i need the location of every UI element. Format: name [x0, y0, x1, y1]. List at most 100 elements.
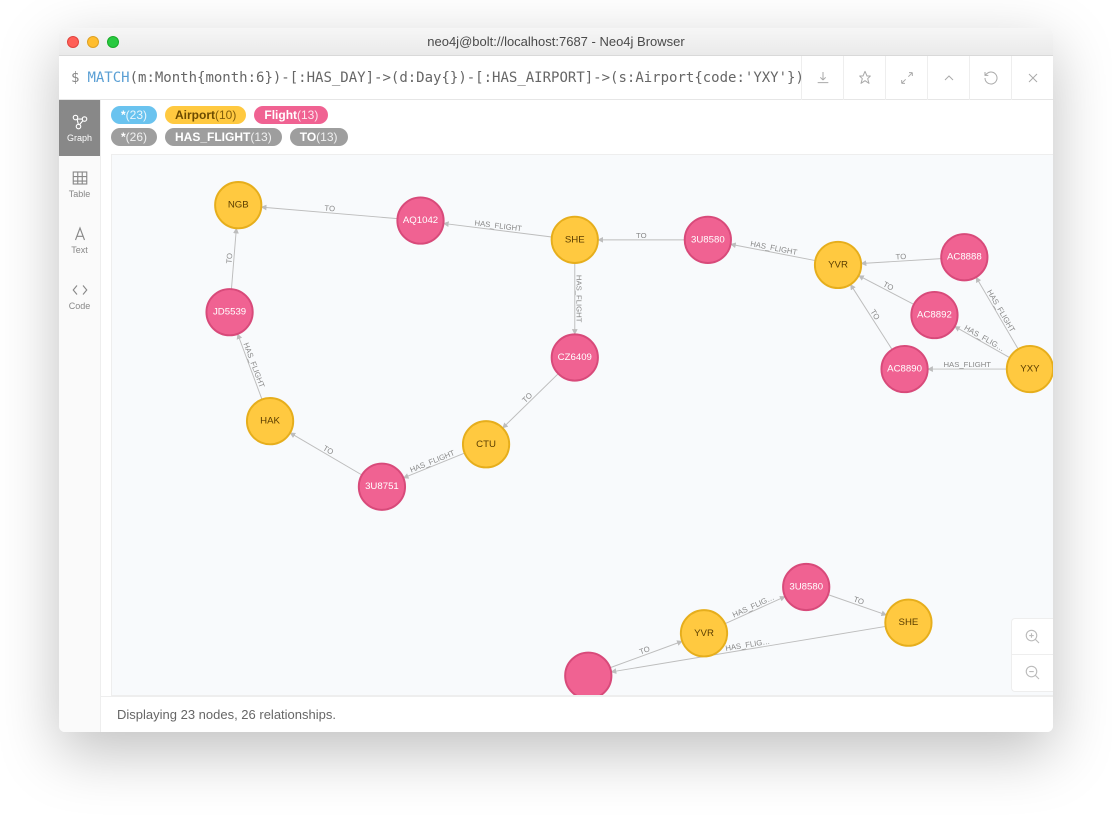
sidebar-tab-text[interactable]: Text — [59, 212, 100, 268]
view-sidebar: Graph Table Text Code — [59, 100, 101, 732]
graph-node-flight[interactable]: 3U8580 — [685, 217, 731, 263]
graph-edge[interactable]: TO — [290, 433, 362, 475]
graph-edge[interactable]: HAS_FLIGHT — [403, 448, 464, 478]
sidebar-tab-label: Table — [69, 189, 91, 199]
graph-edge[interactable]: HAS_FLIG… — [611, 626, 885, 671]
edge-label: HAS_FLIGHT — [575, 275, 584, 323]
graph-node-airport[interactable]: SHE — [885, 600, 931, 646]
graph-svg[interactable]: TO HAS_FLIGHT TO HAS_FLIGHT TO TO TO HAS_FLIGHT… — [112, 155, 1053, 695]
zoom-out-icon — [1024, 664, 1042, 682]
close-button[interactable] — [1011, 56, 1053, 100]
rerun-button[interactable] — [969, 56, 1011, 100]
node-label-pill[interactable]: Airport(10) — [165, 106, 246, 124]
sidebar-tab-label: Text — [71, 245, 88, 255]
status-footer: Displaying 23 nodes, 26 relationships. — [101, 696, 1053, 732]
graph-node-flight[interactable]: JD5539 — [206, 289, 252, 335]
download-button[interactable] — [801, 56, 843, 100]
chevron-up-icon — [941, 70, 957, 86]
query-keyword: MATCH — [87, 70, 129, 86]
sidebar-tab-table[interactable]: Table — [59, 156, 100, 212]
zoom-in-button[interactable] — [1012, 619, 1053, 655]
graph-edge[interactable]: HAS_FLIGHT — [575, 263, 584, 334]
graph-edge[interactable]: HAS_FLIGHT — [443, 218, 551, 237]
edge-label: HAS_FLIGHT — [943, 360, 991, 369]
zoom-window-button[interactable] — [107, 36, 119, 48]
node-label: YVR — [828, 259, 848, 270]
graph-edge[interactable]: TO — [261, 204, 397, 219]
pin-button[interactable] — [843, 56, 885, 100]
result-main: *(23) Airport(10) Flight(13) *(26) HAS_FLIG… — [101, 100, 1053, 732]
graph-node-airport[interactable]: YVR — [681, 610, 727, 656]
node-label: CTU — [476, 439, 496, 450]
edge-label: HAS_FLIGHT — [474, 218, 523, 233]
graph-node-flight[interactable]: AQ1042 — [397, 197, 443, 243]
edge-label: TO — [636, 231, 647, 240]
rel-label-pill[interactable]: HAS_FLIGHT(13) — [165, 128, 282, 146]
node-label: 3U8580 — [691, 234, 725, 245]
graph-edge[interactable]: HAS_FLIG… — [955, 323, 1010, 357]
graph-edge[interactable]: TO — [859, 276, 914, 305]
graph-edge[interactable]: HAS_FLIGHT — [928, 360, 1007, 369]
edge-label: TO — [882, 280, 896, 293]
status-text: Displaying 23 nodes, 26 relationships. — [117, 707, 336, 722]
query-body: (m:Month{month:6})-[:HAS_DAY]->(d:Day{})… — [130, 70, 801, 86]
graph-canvas-wrap: TO HAS_FLIGHT TO HAS_FLIGHT TO TO TO HAS_FLIGHT… — [101, 154, 1053, 732]
titlebar: neo4j@bolt://localhost:7687 - Neo4j Brow… — [59, 28, 1053, 56]
sidebar-tab-code[interactable]: Code — [59, 268, 100, 324]
close-window-button[interactable] — [67, 36, 79, 48]
node-label: 3U8580 — [789, 582, 823, 593]
graph-node-flight[interactable]: AC8890 — [881, 346, 927, 392]
minimize-window-button[interactable] — [87, 36, 99, 48]
node-label: CZ6409 — [558, 352, 592, 363]
expand-up-button[interactable] — [927, 56, 969, 100]
graph-node-flight[interactable]: CZ6409 — [552, 334, 598, 380]
graph-edge[interactable]: HAS_FLIGHT — [238, 334, 267, 400]
graph-edge[interactable]: HAS_FLIGHT — [731, 239, 816, 260]
node-label: YXY — [1020, 364, 1040, 375]
edge-label: TO — [868, 308, 881, 322]
graph-node-flight[interactable] — [565, 653, 611, 695]
graph-edge[interactable]: TO — [828, 595, 887, 615]
graph-edge[interactable]: TO — [503, 374, 559, 428]
graph-node-airport[interactable]: SHE — [552, 217, 598, 263]
node-label-pills: *(23) Airport(10) Flight(13) — [101, 100, 1053, 124]
node-label: NGB — [228, 200, 249, 211]
edge-label: HAS_FLIGHT — [750, 239, 799, 257]
graph-node-airport[interactable]: HAK — [247, 398, 293, 444]
refresh-icon — [983, 70, 999, 86]
graph-edge[interactable]: HAS_FLIG… — [725, 593, 785, 624]
graph-edge[interactable]: TO — [598, 231, 685, 240]
collapse-button[interactable] — [885, 56, 927, 100]
edge-label: TO — [520, 391, 534, 405]
graph-node-airport[interactable]: NGB — [215, 182, 261, 228]
graph-edge[interactable]: TO — [861, 252, 941, 264]
sidebar-tab-graph[interactable]: Graph — [59, 100, 100, 156]
edge-label: HAS_FLIG… — [963, 323, 1007, 353]
node-label-pill[interactable]: Flight(13) — [254, 106, 328, 124]
toolbar-actions — [801, 56, 1053, 100]
edge-label: TO — [324, 204, 335, 214]
edge-label: TO — [638, 644, 651, 656]
graph-node-flight[interactable]: 3U8580 — [783, 564, 829, 610]
window-title: neo4j@bolt://localhost:7687 - Neo4j Brow… — [59, 34, 1053, 49]
result-body: Graph Table Text Code *(23) Airport(10) Fligh… — [59, 100, 1053, 732]
node-label: SHE — [565, 234, 585, 245]
zoom-out-button[interactable] — [1012, 655, 1053, 691]
query-editor[interactable]: $ MATCH (m:Month{month:6})-[:HAS_DAY]->(… — [59, 70, 801, 86]
edge-label: HAS_FLIG… — [731, 593, 776, 620]
graph-node-flight[interactable]: 3U8751 — [359, 464, 405, 510]
graph-edge[interactable]: TO — [610, 641, 682, 667]
graph-node-flight[interactable]: AC8888 — [941, 234, 987, 280]
rel-label-pill[interactable]: TO(13) — [290, 128, 348, 146]
graph-edge[interactable]: TO — [850, 284, 892, 349]
graph-edge[interactable]: TO — [225, 228, 237, 289]
node-label: JD5539 — [213, 307, 246, 318]
graph-node-airport[interactable]: YVR — [815, 242, 861, 288]
rel-label-pill[interactable]: *(26) — [111, 128, 157, 146]
graph-node-airport[interactable]: CTU — [463, 421, 509, 467]
node-label: AC8892 — [917, 310, 952, 321]
graph-node-flight[interactable]: AC8892 — [911, 292, 957, 338]
graph-canvas[interactable]: TO HAS_FLIGHT TO HAS_FLIGHT TO TO TO HAS_FLIGHT… — [111, 154, 1053, 696]
graph-node-airport[interactable]: YXY — [1007, 346, 1053, 392]
node-label-pill[interactable]: *(23) — [111, 106, 157, 124]
